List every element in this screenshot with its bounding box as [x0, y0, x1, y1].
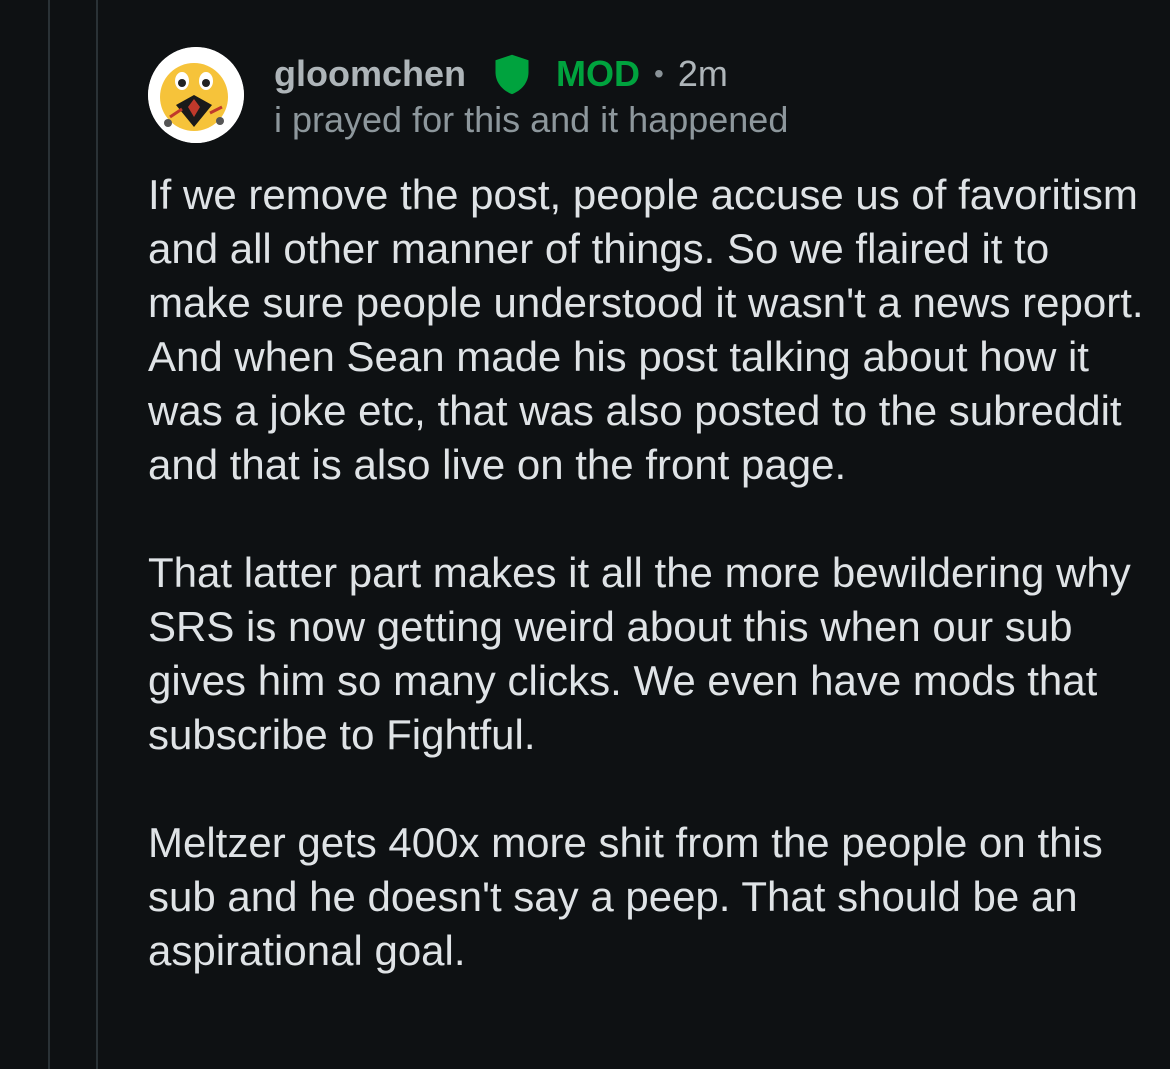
avatar[interactable] — [148, 47, 244, 143]
crying-emoji-avatar-icon — [148, 47, 244, 143]
separator-dot: • — [654, 58, 664, 89]
mod-shield-icon — [495, 54, 529, 95]
comment: gloomchen MOD • 2m i prayed for this and… — [148, 44, 1148, 1032]
meta-line: gloomchen MOD • 2m — [274, 52, 788, 96]
username[interactable]: gloomchen — [274, 52, 466, 96]
comment-age: 2m — [677, 53, 728, 94]
comment-body: If we remove the post, people accuse us … — [148, 168, 1148, 978]
comment-header: gloomchen MOD • 2m i prayed for this and… — [148, 44, 1148, 144]
mod-badge: MOD — [556, 53, 641, 94]
comment-meta: gloomchen MOD • 2m i prayed for this and… — [274, 44, 788, 144]
comment-paragraph: That latter part makes it all the more b… — [148, 549, 1131, 758]
user-flair: i prayed for this and it happened — [274, 99, 789, 140]
comment-paragraph: If we remove the post, people accuse us … — [148, 171, 1144, 488]
comment-paragraph: Meltzer gets 400x more shit from the peo… — [148, 819, 1103, 974]
thread-line-inner[interactable] — [96, 0, 98, 1069]
thread-line-outer[interactable] — [48, 0, 50, 1069]
